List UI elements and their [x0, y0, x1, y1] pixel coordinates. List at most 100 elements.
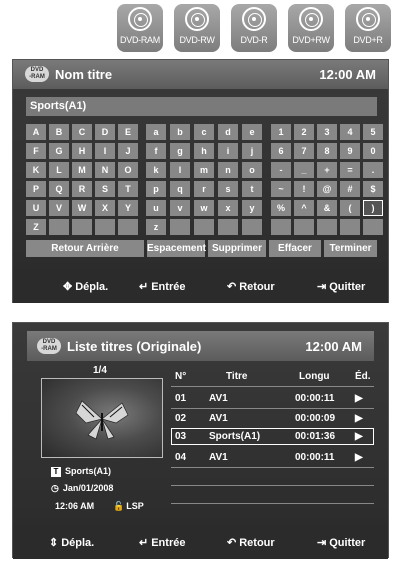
keyboard-key[interactable]: ~: [271, 181, 291, 197]
keyboard-key[interactable]: 9: [340, 143, 360, 159]
play-icon[interactable]: ▶: [355, 431, 363, 442]
keyboard-key[interactable]: P: [26, 181, 46, 197]
keyboard-key[interactable]: [49, 219, 69, 235]
keyboard-key[interactable]: N: [95, 162, 115, 178]
keyboard-key[interactable]: I: [95, 143, 115, 159]
keyboard-key[interactable]: ): [363, 200, 383, 216]
keyboard-key[interactable]: [72, 219, 92, 235]
play-icon[interactable]: ▶: [355, 452, 363, 463]
keyboard-key[interactable]: c: [194, 124, 214, 140]
keyboard-key[interactable]: U: [26, 200, 46, 216]
keyboard-key[interactable]: n: [218, 162, 238, 178]
keyboard-key[interactable]: [118, 219, 138, 235]
title-row[interactable]: 04 AV1 00:00:11 ▶: [171, 449, 374, 466]
keyboard-key[interactable]: [363, 219, 383, 235]
keyboard-key[interactable]: (: [340, 200, 360, 216]
keyboard-key[interactable]: g: [170, 143, 190, 159]
play-icon[interactable]: ▶: [355, 393, 363, 404]
keyboard-key[interactable]: [194, 219, 214, 235]
keyboard-key[interactable]: =: [340, 162, 360, 178]
keyboard-key[interactable]: p: [146, 181, 166, 197]
keyboard-key[interactable]: [340, 219, 360, 235]
keyboard-key[interactable]: [294, 219, 314, 235]
keyboard-key[interactable]: w: [194, 200, 214, 216]
back-space-button[interactable]: Retour Arrière: [26, 240, 144, 257]
delete-button[interactable]: Supprimer: [208, 240, 266, 257]
keyboard-key[interactable]: Y: [118, 200, 138, 216]
keyboard-key[interactable]: Z: [26, 219, 46, 235]
keyboard-key[interactable]: 1: [271, 124, 291, 140]
keyboard-key[interactable]: u: [146, 200, 166, 216]
keyboard-key[interactable]: #: [340, 181, 360, 197]
keyboard-key[interactable]: E: [118, 124, 138, 140]
keyboard-key[interactable]: s: [218, 181, 238, 197]
keyboard-key[interactable]: !: [294, 181, 314, 197]
title-name-input[interactable]: Sports(A1): [26, 97, 377, 116]
keyboard-key[interactable]: v: [170, 200, 190, 216]
keyboard-key[interactable]: [218, 219, 238, 235]
space-button[interactable]: Espacement: [147, 240, 206, 257]
keyboard-key[interactable]: [95, 219, 115, 235]
keyboard-key[interactable]: W: [72, 200, 92, 216]
keyboard-key[interactable]: D: [95, 124, 115, 140]
keyboard-key[interactable]: J: [118, 143, 138, 159]
keyboard-key[interactable]: .: [363, 162, 383, 178]
keyboard-key[interactable]: C: [72, 124, 92, 140]
keyboard-key[interactable]: i: [218, 143, 238, 159]
keyboard-key[interactable]: F: [26, 143, 46, 159]
keyboard-key[interactable]: &: [317, 200, 337, 216]
keyboard-key[interactable]: 7: [294, 143, 314, 159]
keyboard-key[interactable]: 4: [340, 124, 360, 140]
keyboard-key[interactable]: j: [242, 143, 262, 159]
keyboard-key[interactable]: y: [242, 200, 262, 216]
keyboard-key[interactable]: _: [294, 162, 314, 178]
keyboard-key[interactable]: -: [271, 162, 291, 178]
keyboard-key[interactable]: e: [242, 124, 262, 140]
keyboard-key[interactable]: [170, 219, 190, 235]
keyboard-key[interactable]: 5: [363, 124, 383, 140]
keyboard-key[interactable]: d: [218, 124, 238, 140]
keyboard-key[interactable]: 6: [271, 143, 291, 159]
keyboard-key[interactable]: K: [26, 162, 46, 178]
keyboard-key[interactable]: t: [242, 181, 262, 197]
keyboard-key[interactable]: G: [49, 143, 69, 159]
finish-button[interactable]: Terminer: [324, 240, 377, 257]
title-row-selected[interactable]: 03 Sports(A1) 00:01:36 ▶: [171, 428, 374, 445]
keyboard-key[interactable]: Q: [49, 181, 69, 197]
keyboard-key[interactable]: ^: [294, 200, 314, 216]
keyboard-key[interactable]: z: [146, 219, 166, 235]
play-icon[interactable]: ▶: [355, 413, 363, 424]
keyboard-key[interactable]: r: [194, 181, 214, 197]
keyboard-key[interactable]: 3: [317, 124, 337, 140]
keyboard-key[interactable]: f: [146, 143, 166, 159]
keyboard-key[interactable]: M: [72, 162, 92, 178]
clear-button[interactable]: Effacer: [269, 240, 321, 257]
keyboard-key[interactable]: S: [95, 181, 115, 197]
keyboard-key[interactable]: 2: [294, 124, 314, 140]
keyboard-key[interactable]: [242, 219, 262, 235]
keyboard-key[interactable]: O: [118, 162, 138, 178]
keyboard-key[interactable]: R: [72, 181, 92, 197]
keyboard-key[interactable]: V: [49, 200, 69, 216]
title-row[interactable]: 01 AV1 00:00:11 ▶: [171, 390, 374, 407]
keyboard-key[interactable]: @: [317, 181, 337, 197]
keyboard-key[interactable]: m: [194, 162, 214, 178]
keyboard-key[interactable]: o: [242, 162, 262, 178]
keyboard-key[interactable]: a: [146, 124, 166, 140]
keyboard-key[interactable]: $: [363, 181, 383, 197]
keyboard-key[interactable]: q: [170, 181, 190, 197]
keyboard-key[interactable]: 8: [317, 143, 337, 159]
keyboard-key[interactable]: B: [49, 124, 69, 140]
keyboard-key[interactable]: b: [170, 124, 190, 140]
keyboard-key[interactable]: h: [194, 143, 214, 159]
keyboard-key[interactable]: L: [49, 162, 69, 178]
keyboard-key[interactable]: %: [271, 200, 291, 216]
keyboard-key[interactable]: H: [72, 143, 92, 159]
keyboard-key[interactable]: A: [26, 124, 46, 140]
title-row[interactable]: 02 AV1 00:00:09 ▶: [171, 410, 374, 427]
keyboard-key[interactable]: l: [170, 162, 190, 178]
keyboard-key[interactable]: x: [218, 200, 238, 216]
keyboard-key[interactable]: [271, 219, 291, 235]
keyboard-key[interactable]: X: [95, 200, 115, 216]
keyboard-key[interactable]: +: [317, 162, 337, 178]
